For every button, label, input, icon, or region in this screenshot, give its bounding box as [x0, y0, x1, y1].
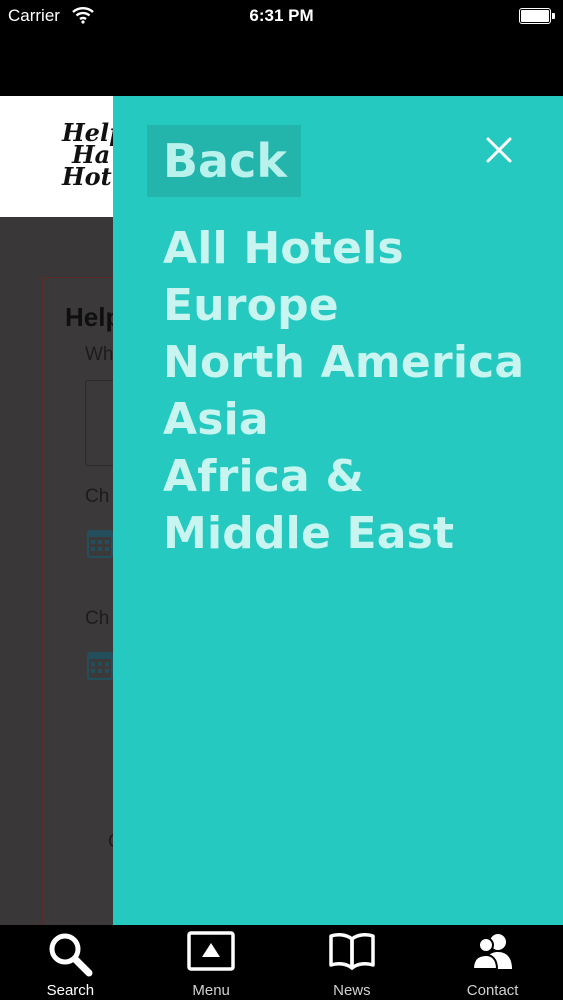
status-bar: Carrier 6:31 PM	[0, 0, 563, 96]
back-button[interactable]: Back	[147, 125, 301, 197]
menu-item-north-america[interactable]: North America	[163, 334, 543, 391]
form-label: Ch	[85, 608, 110, 629]
tab-news[interactable]: News	[282, 925, 423, 1000]
close-icon[interactable]	[483, 134, 515, 166]
tab-label: News	[333, 982, 371, 999]
news-icon	[329, 933, 375, 970]
tab-contact[interactable]: Contact	[422, 925, 563, 1000]
calendar-icon	[87, 652, 113, 680]
tab-bar: Search Menu News Contact	[0, 925, 563, 1000]
region-menu-list: All Hotels Europe North America Asia Afr…	[163, 220, 543, 562]
menu-icon	[187, 931, 235, 971]
menu-item-asia[interactable]: Asia	[163, 391, 543, 448]
search-icon	[49, 933, 93, 977]
tab-menu[interactable]: Menu	[141, 925, 282, 1000]
form-label: Wh	[85, 344, 114, 365]
calendar-icon	[87, 530, 113, 558]
tab-label: Contact	[466, 982, 519, 999]
contact-icon	[471, 934, 512, 970]
tab-label: Menu	[192, 982, 230, 999]
menu-item-all-hotels[interactable]: All Hotels	[163, 220, 543, 277]
menu-item-europe[interactable]: Europe	[163, 277, 543, 334]
battery-icon	[519, 8, 555, 24]
tab-label: Search	[46, 982, 95, 999]
slide-menu: Back All Hotels Europe North America Asi…	[113, 96, 563, 925]
form-label: Ch	[85, 486, 110, 507]
clock: 6:31 PM	[249, 6, 314, 25]
menu-item-africa-middle-east[interactable]: Africa & Middle East	[163, 448, 543, 562]
tab-search[interactable]: Search	[0, 925, 141, 1000]
